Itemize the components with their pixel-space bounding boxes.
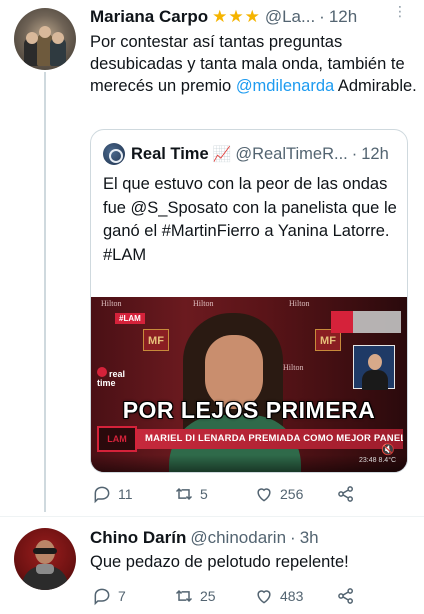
sponsor-logo: Hilton — [283, 363, 304, 372]
share-icon — [338, 486, 353, 502]
lower-third: LAM MARIEL DI LENARDA PREMIADA COMO MEJO… — [97, 426, 403, 452]
divider — [0, 516, 424, 517]
lower-third-caption: MARIEL DI LENARDA PREMIADA COMO MEJOR PA… — [137, 429, 403, 449]
like-button[interactable]: 483 — [254, 586, 303, 606]
picture-in-picture — [353, 345, 395, 390]
star-badge-icon: ★★★ — [212, 7, 261, 26]
like-count: 256 — [280, 486, 304, 502]
quoted-author-name[interactable]: Real Time — [131, 145, 209, 164]
author-handle[interactable]: @La... — [265, 7, 315, 27]
reply-icon — [94, 588, 110, 606]
retweet-count: 5 — [200, 486, 208, 502]
lower-third-logo: LAM — [97, 426, 137, 452]
separator-dot: · — [351, 144, 358, 163]
reply-count: 11 — [118, 486, 133, 502]
sponsor-logo: Hilton — [101, 299, 122, 308]
avatar[interactable] — [14, 8, 76, 70]
author-handle[interactable]: @chinodarin — [190, 528, 286, 548]
reply-count: 7 — [118, 588, 126, 604]
tweet-text: Por contestar así tantas preguntas desub… — [90, 31, 420, 97]
quoted-tweet[interactable]: Real Time 📈 @RealTimeR... · 12h El que e… — [90, 129, 408, 473]
reply-button[interactable]: 11 — [92, 484, 133, 504]
mention-link[interactable]: @mdilenarda — [236, 77, 334, 95]
channel-bug: real time — [97, 367, 137, 388]
tweet-text: Que pedazo de pelotudo repelente! — [90, 553, 349, 571]
avatar[interactable] — [14, 528, 76, 590]
quoted-avatar[interactable] — [103, 143, 125, 165]
show-tag: #LAM — [115, 313, 145, 324]
sponsor-logo: Hilton — [193, 299, 214, 308]
like-button[interactable]: 256 — [254, 484, 303, 504]
tweet-actions: 7 25 483 — [0, 584, 424, 608]
speaker-muted-icon[interactable]: 🔇 — [381, 443, 395, 456]
tweet-text-part: Admirable. — [334, 77, 417, 95]
share-icon — [338, 588, 353, 604]
reply-icon — [94, 486, 110, 504]
retweet-button[interactable]: 5 — [174, 484, 208, 504]
quoted-tweet-header: Real Time 📈 @RealTimeR... · 12h — [103, 142, 389, 166]
share-button[interactable] — [336, 586, 362, 606]
award-badge: MF — [143, 329, 169, 351]
quoted-tweet-text: El que estuvo con la peor de las ondas f… — [103, 175, 397, 264]
like-count: 483 — [280, 588, 304, 604]
retweet-count: 25 — [200, 588, 216, 604]
retweet-button[interactable]: 25 — [174, 586, 216, 606]
author-name[interactable]: Chino Darín — [90, 528, 186, 548]
video-headline: POR LEJOS PRIMERA — [122, 397, 376, 423]
separator-dot: · — [319, 7, 325, 26]
separator-dot: · — [290, 528, 296, 547]
author-name[interactable]: Mariana Carpo — [90, 7, 208, 27]
more-options-icon[interactable]: ⋮ — [392, 4, 408, 26]
tweet[interactable]: Mariana Carpo ★★★ @La... · 12h ⋮ Por con… — [0, 0, 424, 516]
retweet-icon — [175, 589, 193, 603]
heart-icon — [257, 488, 271, 502]
quoted-author-handle[interactable]: @RealTimeR... — [235, 145, 347, 164]
tweet-actions: 11 5 256 — [0, 482, 424, 506]
quoted-timestamp[interactable]: 12h — [361, 145, 389, 164]
sponsor-logo: Hilton — [289, 299, 310, 308]
reply-button[interactable]: 7 — [92, 586, 126, 606]
chart-emoji-icon: 📈 — [212, 146, 232, 163]
tweet-header: Mariana Carpo ★★★ @La... · 12h — [90, 6, 357, 28]
video-clock: 23:48 8.4°C — [359, 457, 397, 464]
heart-icon — [257, 590, 271, 604]
video-media[interactable]: Hilton Hilton Hilton Hilton MF MF #LAM r… — [91, 297, 407, 472]
retweet-icon — [175, 487, 193, 501]
timestamp[interactable]: 3h — [300, 528, 319, 548]
share-button[interactable] — [336, 484, 362, 504]
timestamp[interactable]: 12h — [329, 7, 357, 27]
tweet-header: Chino Darín @chinodarin · 3h — [90, 527, 319, 549]
